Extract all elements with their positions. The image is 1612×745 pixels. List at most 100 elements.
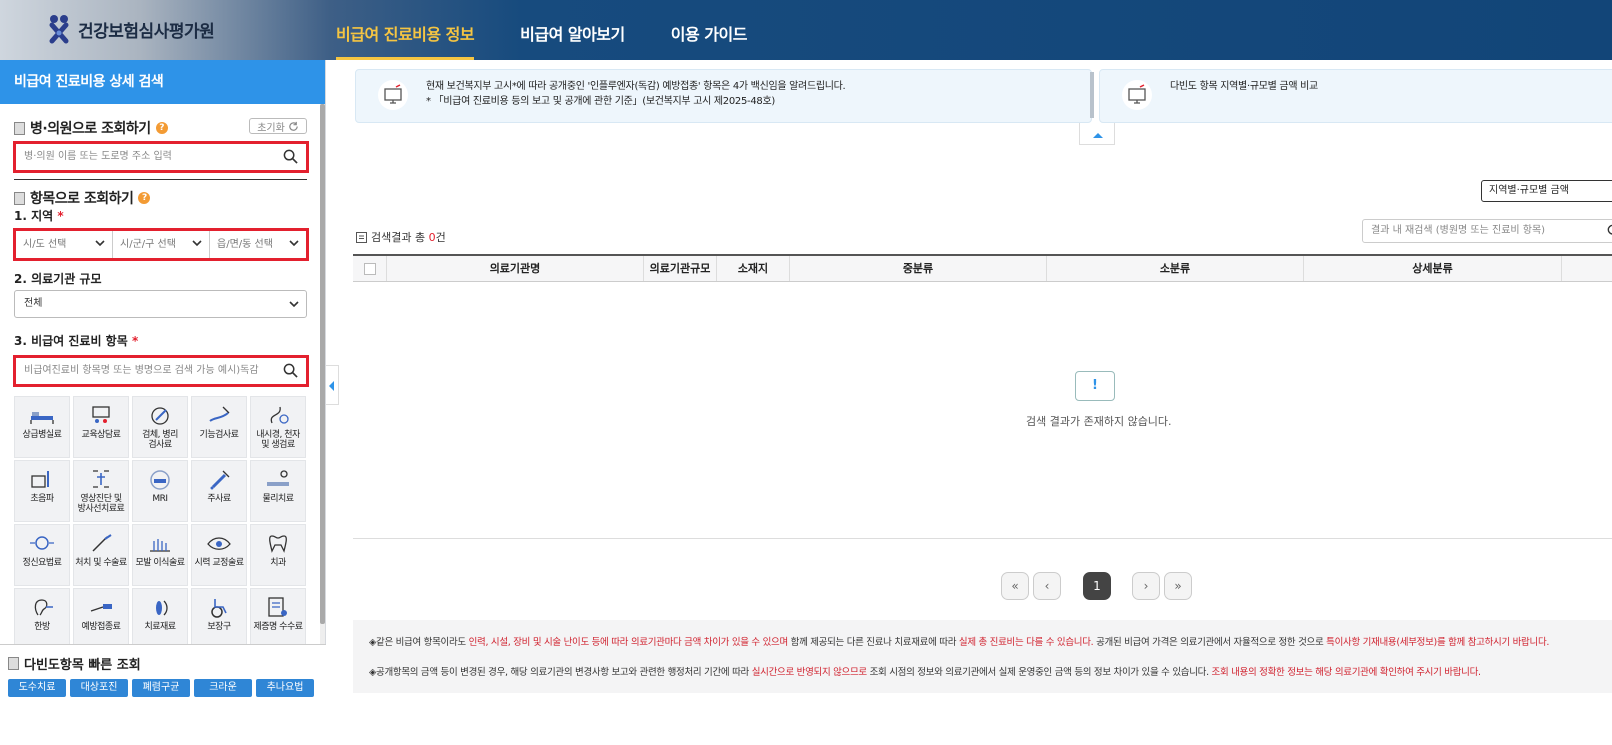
col-institution-name[interactable]: 의료기관명 — [387, 256, 644, 281]
results-table-header: 의료기관명 의료기관규모 소재지 중분류 소분류 상세분류 — [353, 254, 1612, 282]
disclaimer-emphasis: 실시간으로 반영되지 않으므로 — [751, 667, 867, 678]
search-icon[interactable] — [283, 149, 298, 164]
category-tile[interactable]: 검체, 병리 검사료 — [132, 396, 188, 458]
select-all-checkbox-cell[interactable] — [353, 256, 387, 281]
divider — [14, 179, 307, 180]
disclaimer-line: ◈공개항목의 금액 등이 변경된 경우, 해당 의료기관의 변경사항 보고와 관… — [369, 664, 1481, 678]
col-mid-category[interactable]: 중분류 — [790, 256, 1047, 281]
region-select-group: 시/도 선택 시/군/구 선택 읍/면/동 선택 — [13, 228, 309, 261]
nav-guide[interactable]: 이용 가이드 — [671, 0, 748, 60]
category-grid: 상급병실료 교육상담료 검체, 병리 검사료 기능검사료 내시경, 천자 및 생검료초음파 영… — [14, 396, 308, 650]
quick-button[interactable]: 대상포진 — [70, 679, 128, 697]
hospital-search-input[interactable]: 병·의원 이름 또는 도로명 주소 입력 — [13, 141, 309, 173]
category-tile[interactable]: 물리치료 — [250, 460, 306, 522]
sido-select[interactable]: 시/도 선택 — [16, 231, 113, 258]
brain-icon — [30, 536, 54, 550]
sidebar-title: 비급여 진료비용 상세 검색 — [0, 60, 325, 104]
col-detail-category[interactable]: 상세분류 — [1304, 256, 1562, 281]
chevron-left-icon — [329, 381, 334, 391]
category-label: 교육상담료 — [81, 430, 121, 440]
notice-monitor-icon — [1122, 80, 1152, 110]
category-label: MRI — [152, 494, 168, 504]
sigungu-select[interactable]: 시/군/구 선택 — [113, 231, 210, 258]
category-tile[interactable]: 보장구 — [191, 588, 247, 650]
required-mark: * — [131, 334, 139, 348]
disclaimer-emphasis: 조회 내용의 정확한 정보는 해당 의료기관에 확인하여 주시기 바랍니다. — [1211, 667, 1482, 678]
select-all-checkbox[interactable] — [363, 263, 376, 275]
scrollbar-thumb[interactable] — [320, 104, 325, 624]
category-tile[interactable]: 한방 — [14, 588, 70, 650]
category-tile[interactable]: 기능검사료 — [191, 396, 247, 458]
nav-cost-info[interactable]: 비급여 진료비용 정보 — [336, 0, 475, 60]
page-last-button[interactable]: » — [1164, 572, 1192, 600]
implant-icon — [156, 600, 168, 616]
scalpel-icon — [92, 534, 112, 552]
disclaimer-line: ◈같은 비급여 항목이라도 인력, 시설, 장비 및 시술 난이도 등에 따라 … — [369, 634, 1549, 648]
hira-logo[interactable]: 건강보험심사평가원 — [48, 13, 215, 45]
category-tile[interactable]: 정신요법료 — [14, 524, 70, 586]
category-label: 주사료 — [207, 494, 231, 504]
category-label: 한방 — [34, 622, 50, 632]
region-label: 1. 지역 * — [14, 207, 64, 224]
sido-select-value: 시/도 선택 — [23, 239, 67, 250]
quick-buttons: 도수치료 대상포진 폐렴구균 크라운 추나요법 — [8, 679, 314, 697]
re-search-input[interactable]: 결과 내 재검색 (병원명 또는 진료비 항목) — [1362, 219, 1612, 243]
quick-button[interactable]: 추나요법 — [256, 679, 314, 697]
reset-button[interactable]: 초기화 — [249, 118, 307, 134]
disclaimer-bullet: ◈ — [369, 637, 377, 648]
category-label: 내시경, 천자 및 생검료 — [256, 430, 300, 450]
col-location[interactable]: 소재지 — [717, 256, 790, 281]
category-tile[interactable]: 제증명 수수료 — [250, 588, 306, 650]
category-tile[interactable]: 상급병실료 — [14, 396, 70, 458]
category-label: 시력 교정술료 — [194, 558, 244, 568]
sidebar-scrollbar[interactable] — [320, 104, 325, 644]
col-sub-category[interactable]: 소분류 — [1047, 256, 1304, 281]
help-icon[interactable]: ? — [138, 192, 151, 204]
page-prev-button[interactable]: ‹ — [1033, 572, 1061, 600]
notice-line2: * 「비급여 진료비용 등의 보고 및 공개에 관한 기준」(보건복지부 고시 … — [426, 96, 775, 107]
category-tile[interactable]: 주사료 — [191, 460, 247, 522]
cost-item-label-text: 3. 비급여 진료비 항목 — [14, 334, 128, 348]
category-tile[interactable]: 영상진단 및 방사선치료료 — [73, 460, 129, 522]
notice-collapse-tab[interactable] — [1079, 123, 1115, 145]
category-label: 기능검사료 — [199, 430, 239, 440]
page-current[interactable]: 1 — [1083, 572, 1111, 600]
category-tile[interactable]: 예방접종료 — [73, 588, 129, 650]
category-label: 제증명 수수료 — [253, 622, 303, 632]
ultrasound-icon — [31, 471, 49, 488]
category-tile[interactable]: 시력 교정술료 — [191, 524, 247, 586]
notice-scroll-handle[interactable] — [1090, 72, 1094, 118]
physical-therapy-icon — [267, 470, 289, 486]
page-first-button[interactable]: « — [1001, 572, 1029, 600]
search-icon[interactable] — [283, 363, 298, 378]
category-tile[interactable]: 치료재료 — [132, 588, 188, 650]
col-institution-scale[interactable]: 의료기관규모 — [644, 256, 717, 281]
sidebar-collapse-toggle[interactable] — [326, 365, 339, 405]
search-icon[interactable] — [1607, 224, 1612, 238]
notice-banner-vaccine[interactable]: 현재 보건복지부 고시*에 따라 공개중인 '인플루엔자(독감) 예방접종' 항… — [355, 69, 1092, 123]
phone-icon — [8, 657, 19, 670]
hospital-bed-icon — [30, 412, 54, 424]
notice-banner-compare[interactable]: 다빈도 항목 지역별·규모별 금액 비교 — [1099, 69, 1612, 123]
help-icon[interactable]: ? — [155, 122, 168, 134]
cost-item-search-input[interactable]: 비급여진료비 항목명 또는 병명으로 검색 가능 예시)독감 — [13, 355, 309, 387]
category-tile[interactable]: 교육상담료 — [73, 396, 129, 458]
nav-learn[interactable]: 비급여 알아보기 — [520, 0, 625, 60]
category-tile[interactable]: 모발 이식술료 — [132, 524, 188, 586]
ear-acupuncture-icon — [34, 599, 53, 616]
quick-button[interactable]: 도수치료 — [8, 679, 66, 697]
region-scale-compare-button[interactable]: 지역별·규모별 금액 — [1481, 180, 1612, 202]
scale-select[interactable]: 전체 — [14, 290, 307, 318]
category-tile[interactable]: 처치 및 수술료 — [73, 524, 129, 586]
quick-button[interactable]: 크라운 — [194, 679, 252, 697]
certificate-icon — [268, 597, 287, 617]
page-next-button[interactable]: › — [1132, 572, 1160, 600]
top-header: 건강보험심사평가원 비급여 진료비용 정보 비급여 알아보기 이용 가이드 — [0, 0, 1612, 60]
quick-button[interactable]: 폐렴구균 — [132, 679, 190, 697]
category-tile[interactable]: 초음파 — [14, 460, 70, 522]
category-tile[interactable]: MRI — [132, 460, 188, 522]
category-tile[interactable]: 내시경, 천자 및 생검료 — [250, 396, 306, 458]
re-search-placeholder: 결과 내 재검색 (병원명 또는 진료비 항목) — [1371, 225, 1546, 236]
eupmyeondong-select[interactable]: 읍/면/동 선택 — [210, 231, 306, 258]
category-tile[interactable]: 치과 — [250, 524, 306, 586]
